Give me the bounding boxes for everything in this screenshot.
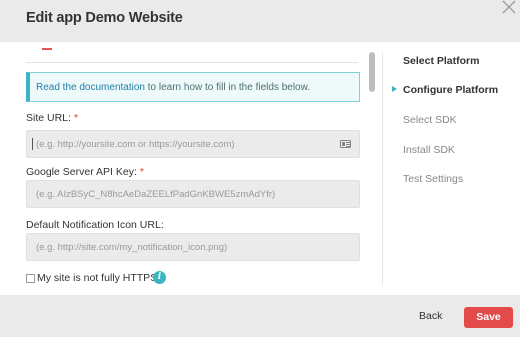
https-checkbox-label[interactable]: My site is not fully HTTPS [37, 272, 157, 284]
scrolled-content-fragment [42, 48, 52, 50]
info-icon[interactable]: i [153, 271, 166, 284]
modal-footer: Back Save [0, 295, 520, 337]
site-url-input[interactable]: (e.g. http://yoursite.com or https://you… [26, 130, 360, 158]
step-select-sdk: Select SDK [403, 114, 457, 126]
api-key-label-text: Google Server API Key: [26, 166, 137, 178]
back-button[interactable]: Back [419, 310, 442, 322]
icon-url-input[interactable]: (e.g. http://site.com/my_notification_ic… [26, 233, 360, 261]
https-checkbox[interactable] [26, 274, 35, 283]
step-configure-platform[interactable]: Configure Platform [403, 84, 498, 96]
close-icon[interactable] [498, 0, 518, 18]
icon-url-label-text: Default Notification Icon URL: [26, 219, 164, 231]
api-key-label: Google Server API Key: * [26, 166, 144, 178]
modal-body: Read the documentation to learn how to f… [0, 42, 520, 295]
api-key-input[interactable]: (e.g. AIzBSyC_N8hcAeDaZEELfPadGnKBWE5zmA… [26, 180, 360, 208]
save-button[interactable]: Save [464, 307, 513, 328]
step-install-sdk: Install SDK [403, 144, 455, 156]
documentation-link[interactable]: Read the documentation [36, 82, 145, 93]
site-url-label: Site URL: * [26, 112, 78, 124]
required-marker: * [73, 112, 79, 124]
steps-divider [382, 52, 383, 285]
documentation-info-box: Read the documentation to learn how to f… [26, 72, 360, 102]
active-step-arrow-icon [392, 86, 397, 92]
scroll-thumb[interactable] [369, 52, 375, 92]
modal-title: Edit app Demo Website [26, 10, 183, 26]
step-test-settings: Test Settings [403, 173, 464, 185]
required-marker: * [139, 166, 144, 178]
api-key-placeholder: (e.g. AIzBSyC_N8hcAeDaZEELfPadGnKBWE5zmA… [36, 189, 276, 200]
modal-header: Edit app Demo Website [0, 0, 520, 42]
step-select-platform[interactable]: Select Platform [403, 55, 479, 67]
form-scrollbar[interactable] [368, 52, 376, 288]
contact-card-icon[interactable] [340, 140, 351, 148]
info-box-text: to learn how to fill in the fields below… [144, 82, 311, 93]
section-divider [26, 62, 358, 63]
icon-url-placeholder: (e.g. http://site.com/my_notification_ic… [36, 242, 228, 253]
site-url-placeholder: (e.g. http://yoursite.com or https://you… [36, 139, 235, 150]
site-url-label-text: Site URL: [26, 112, 71, 124]
icon-url-label: Default Notification Icon URL: [26, 219, 164, 231]
text-cursor [32, 138, 33, 150]
